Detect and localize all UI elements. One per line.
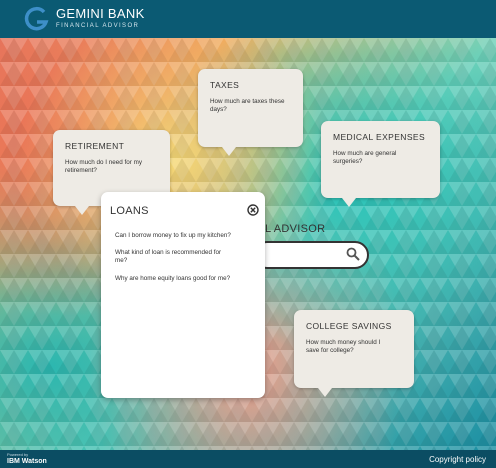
retirement-question[interactable]: How much do I need for my retirement? [65, 159, 157, 175]
copyright-link[interactable]: Copyright policy [429, 455, 486, 464]
search-label: L ADVISOR [265, 223, 326, 235]
gemini-logo-icon[interactable] [22, 4, 52, 34]
medical-bubble[interactable]: MEDICAL EXPENSES How much are general su… [321, 121, 440, 198]
ibm-watson-logo: IBM Watson [7, 458, 47, 465]
powered-by-label: Powered by [7, 452, 29, 457]
medical-bubble-tail [342, 198, 356, 207]
search-icon[interactable] [346, 247, 360, 261]
taxes-bubble[interactable]: TAXES How much are taxes these days? [198, 69, 303, 147]
app-footer [0, 450, 496, 468]
medical-question[interactable]: How much are general surgeries? [333, 150, 421, 166]
taxes-bubble-tail [222, 147, 236, 156]
college-title: COLLEGE SAVINGS [306, 321, 392, 331]
loan-question[interactable]: Why are home equity loans good for me? [115, 275, 247, 283]
college-bubble[interactable]: COLLEGE SAVINGS How much money should I … [294, 310, 414, 388]
app-header: GEMINI BANK FINANCIAL ADVISOR [0, 0, 496, 38]
college-bubble-tail [318, 388, 332, 397]
brand-subtitle: FINANCIAL ADVISOR [56, 23, 140, 29]
retirement-title: RETIREMENT [65, 141, 125, 151]
loan-question[interactable]: Can I borrow money to fix up my kitchen? [115, 232, 247, 240]
loans-panel: LOANS Can I borrow money to fix up my ki… [101, 192, 265, 398]
loan-question[interactable]: What kind of loan is recommended for me? [115, 249, 233, 265]
retirement-bubble-tail [75, 206, 89, 215]
taxes-question[interactable]: How much are taxes these days? [210, 98, 295, 114]
brand-title: GEMINI BANK [56, 6, 145, 21]
loans-title: LOANS [110, 205, 149, 217]
college-question[interactable]: How much money should I save for college… [306, 339, 388, 355]
close-icon[interactable] [247, 204, 259, 216]
medical-title: MEDICAL EXPENSES [333, 132, 426, 142]
taxes-title: TAXES [210, 80, 240, 90]
